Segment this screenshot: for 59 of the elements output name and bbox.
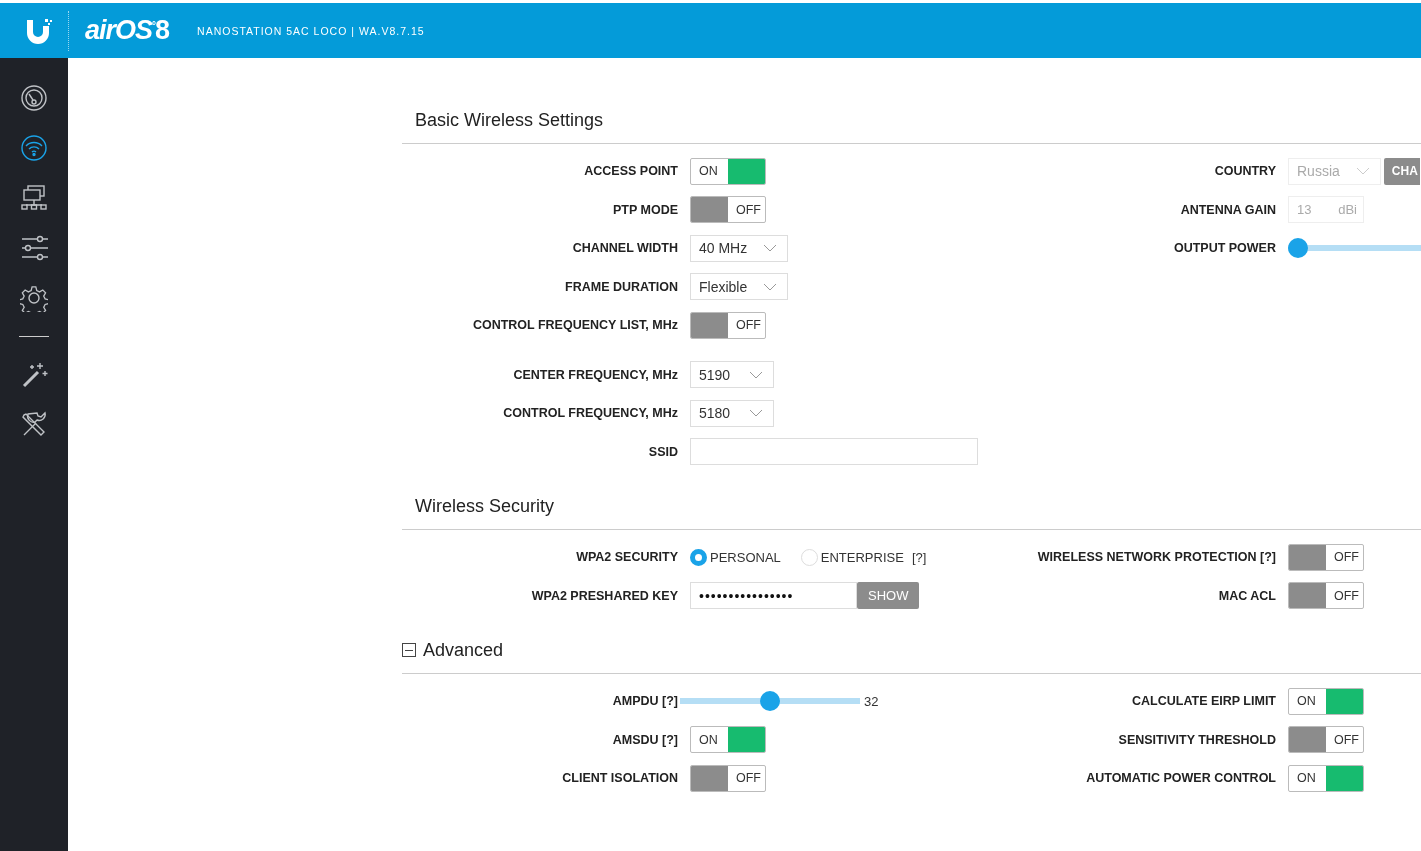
field-label: WIRELESS NETWORK PROTECTION [?] — [1036, 550, 1277, 565]
settings-icon[interactable] — [20, 284, 48, 312]
caret-icon — [763, 282, 778, 291]
radio-option[interactable]: ENTERPRISE — [800, 548, 904, 566]
field-label: CHANNEL WIDTH — [571, 241, 679, 256]
toggle-switch[interactable]: OFF — [690, 764, 766, 792]
field-label: CONTROL FREQUENCY LIST, MHz — [471, 318, 679, 333]
field-label: AUTOMATIC POWER CONTROL — [1085, 771, 1277, 786]
field-label: FRAME DURATION — [564, 279, 679, 294]
toggle-switch[interactable]: OFF — [1288, 543, 1364, 571]
dropdown[interactable]: 5190 — [690, 361, 774, 389]
dropdown[interactable]: 40 MHz — [690, 234, 789, 262]
caret-icon — [749, 409, 763, 418]
product-logo: airOS$^{°}$8 — [85, 15, 170, 46]
field-label: SSID — [647, 444, 679, 459]
field-label: COUNTRY — [1213, 164, 1277, 179]
field-label: SENSITIVITY THRESHOLD — [1117, 732, 1277, 747]
field-label: ANTENNA GAIN — [1179, 202, 1277, 217]
field-label: AMPDU [?] — [611, 694, 679, 709]
logo-icon — [24, 17, 54, 44]
field-label: CENTER FREQUENCY, MHz — [512, 367, 679, 382]
radio-option[interactable]: PERSONAL — [690, 548, 781, 566]
dropdown[interactable]: 5180 — [690, 399, 774, 427]
toggle-switch[interactable]: ON — [690, 726, 766, 754]
network-icon[interactable] — [20, 184, 48, 212]
dashboard-icon[interactable] — [20, 84, 48, 112]
toggle-switch[interactable]: ON — [690, 157, 766, 185]
field-label: WPA2 SECURITY — [575, 550, 679, 565]
toggle-switch[interactable]: OFF — [1288, 726, 1364, 754]
device-name: NANOSTATION 5AC LOCO | WA.V8.7.15 — [197, 24, 425, 37]
section-title: Basic Wireless Settings — [415, 109, 604, 131]
section-title: Advanced — [423, 639, 504, 661]
caret-icon — [1355, 167, 1370, 176]
caret-icon — [763, 244, 778, 253]
field-label: CONTROL FREQUENCY, MHz — [502, 406, 679, 421]
section-title: Wireless Security — [415, 495, 555, 517]
toggle-switch[interactable]: OFF — [690, 311, 766, 339]
slider-value: 32 — [864, 693, 879, 709]
sliders-icon[interactable] — [20, 234, 48, 262]
field-label: WPA2 PRESHARED KEY — [530, 588, 679, 603]
field-label: OUTPUT POWER — [1172, 241, 1277, 256]
toggle-switch[interactable]: OFF — [1288, 582, 1364, 610]
toggle-switch[interactable]: OFF — [690, 196, 766, 224]
dropdown[interactable]: Flexible — [690, 273, 789, 301]
field-label: AMSDU [?] — [611, 732, 679, 747]
collapse-icon[interactable] — [402, 643, 416, 657]
field-label: MAC ACL — [1217, 588, 1277, 603]
toggle-switch[interactable]: ON — [1288, 764, 1364, 792]
field-label: CALCULATE EIRP LIMIT — [1131, 694, 1277, 709]
password-field[interactable]: •••••••••••••••• — [690, 582, 857, 610]
input-field[interactable] — [690, 438, 978, 466]
help-link[interactable]: [?] — [911, 549, 927, 565]
caret-icon — [749, 370, 763, 379]
toggle-switch[interactable]: ON — [1288, 687, 1364, 715]
magic-wand-icon[interactable] — [20, 361, 48, 389]
field-label: CLIENT ISOLATION — [561, 771, 679, 786]
field-label: ACCESS POINT — [583, 164, 679, 179]
wifi-icon[interactable] — [20, 134, 48, 162]
field-label: PTP MODE — [611, 202, 679, 217]
